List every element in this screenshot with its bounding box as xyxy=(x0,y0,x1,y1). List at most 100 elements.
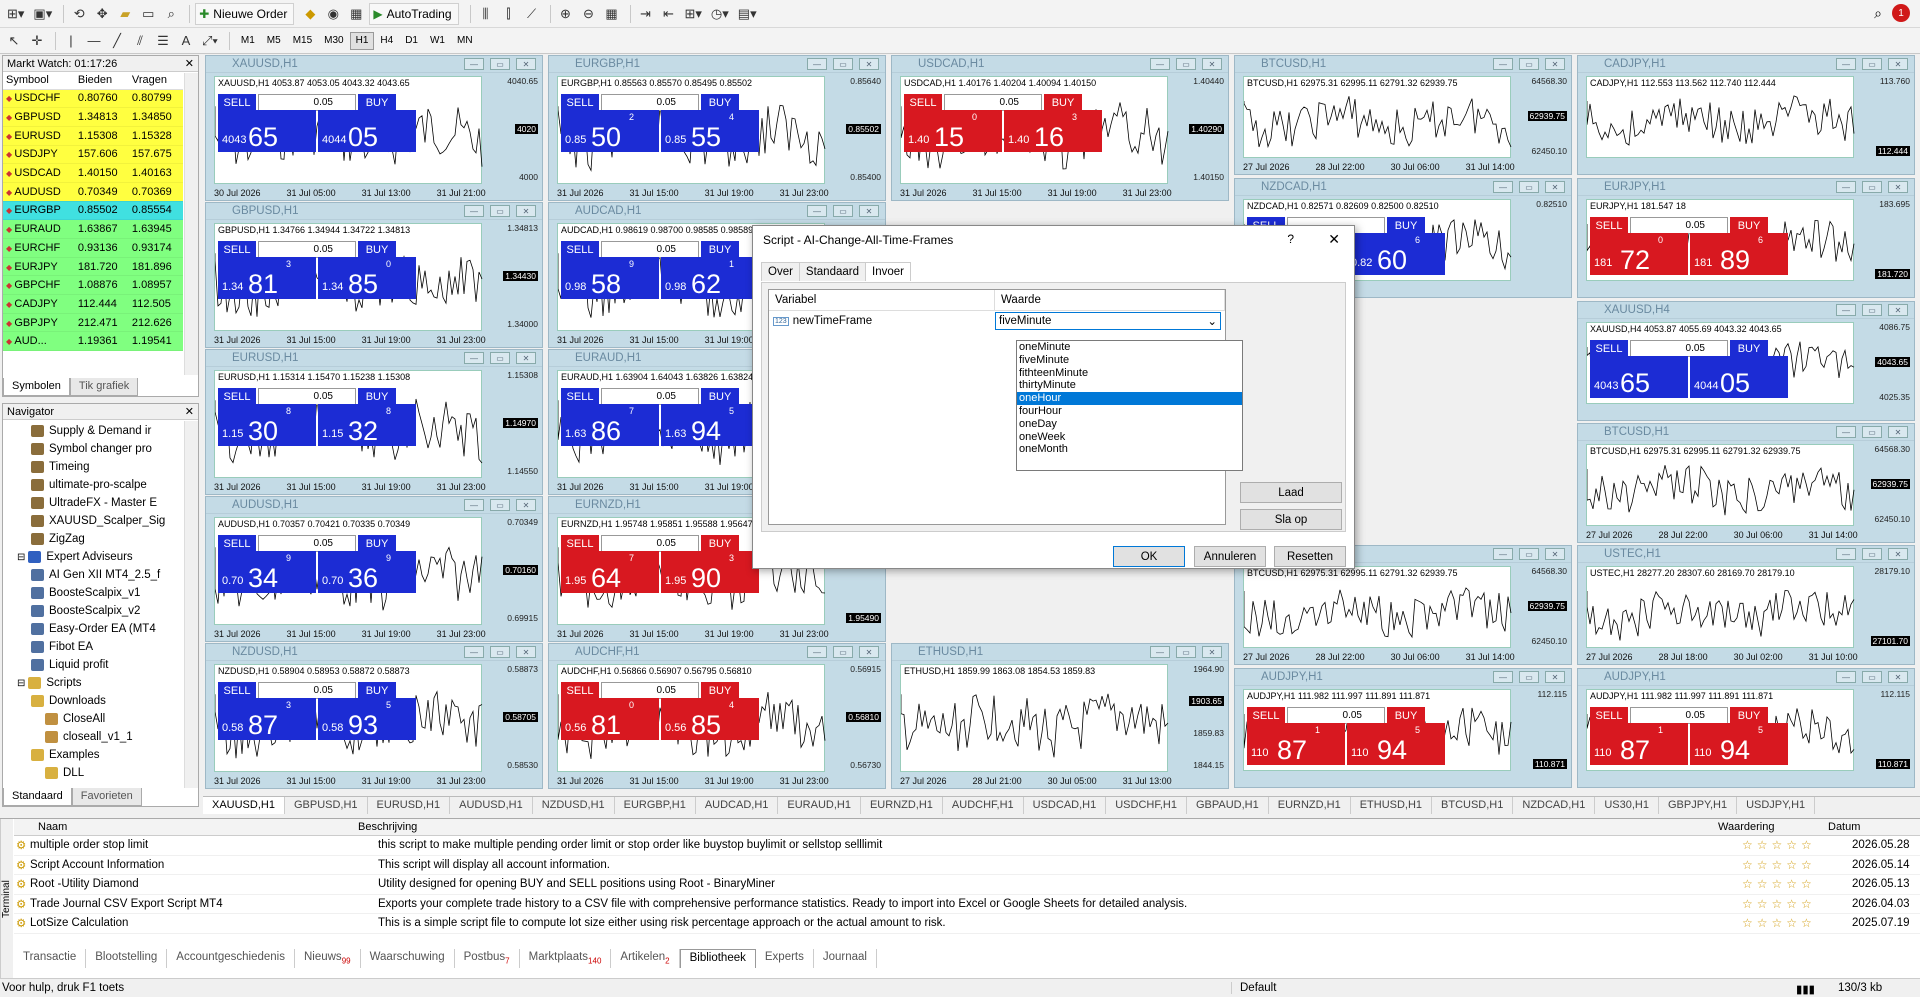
dialog-close-button[interactable]: ✕ xyxy=(1328,231,1340,248)
buy-price[interactable]: 0.98 62 1 xyxy=(661,257,759,299)
cancel-button[interactable]: Annuleren xyxy=(1194,546,1266,567)
market-watch-scrollbar[interactable] xyxy=(184,73,198,375)
market-watch-row[interactable]: ◆ EURGBP 0.85502 0.85554 xyxy=(3,201,183,221)
navigator-item[interactable]: CloseAll xyxy=(3,710,183,728)
sell-button[interactable]: SELL xyxy=(904,94,942,111)
library-row[interactable]: ⚙ LotSize Calculation This is a simple scr… xyxy=(14,914,1920,934)
buy-price[interactable]: 181 89 6 xyxy=(1690,233,1788,275)
sell-button[interactable]: SELL xyxy=(1247,707,1285,724)
chart-canvas[interactable] xyxy=(1586,566,1855,648)
buy-button[interactable]: BUY xyxy=(1387,217,1425,234)
sell-price[interactable]: 1.40 15 0 xyxy=(904,110,1002,152)
sell-price[interactable]: 110 87 1 xyxy=(1247,723,1345,765)
chart-tab[interactable]: EURGBP,H1 xyxy=(615,797,696,814)
navigator-item[interactable]: Examples xyxy=(3,746,183,764)
maximize-icon[interactable]: ▭ xyxy=(490,352,510,364)
channel-icon[interactable]: ⫽ xyxy=(130,31,150,51)
indicators-icon[interactable]: ⊞▾ xyxy=(682,4,705,24)
market-watch-row[interactable]: ◆ GBPUSD 1.34813 1.34850 xyxy=(3,107,183,127)
maximize-icon[interactable]: ▭ xyxy=(1519,548,1539,560)
buy-button[interactable]: BUY xyxy=(358,241,396,258)
market-watch-row[interactable]: ◆ USDCHF 0.80760 0.80799 xyxy=(3,89,183,109)
terminal-tab[interactable]: Accountgeschiedenis xyxy=(167,949,295,968)
tab-tick-chart[interactable]: Tik grafiek xyxy=(69,378,139,396)
buy-price[interactable]: 1.15 32 8 xyxy=(318,404,416,446)
metaeditor-icon[interactable]: ◆ xyxy=(300,4,320,24)
chart-tab[interactable]: US30,H1 xyxy=(1595,797,1659,814)
save-button[interactable]: Sla op xyxy=(1240,509,1342,530)
tab-about[interactable]: Over xyxy=(761,262,800,281)
buy-button[interactable]: BUY xyxy=(701,388,739,405)
timeframe-mn[interactable]: MN xyxy=(451,32,479,50)
timeframe-m1[interactable]: M1 xyxy=(235,32,261,50)
chart-window[interactable]: BTCUSD,H1 — ▭ ✕ BTCUSD,H1 62975.31 62995.11 … xyxy=(1577,423,1915,543)
chart-window[interactable]: AUDCHF,H1 — ▭ ✕ AUDCHF,H1 0.56866 0.56907 0.… xyxy=(548,643,886,789)
buy-price[interactable]: 0.70 36 9 xyxy=(318,551,416,593)
profiles-icon[interactable]: ▣▾ xyxy=(30,4,55,24)
tab-standard[interactable]: Standaard xyxy=(3,788,72,806)
navigator-item[interactable]: ZigZag xyxy=(3,530,183,548)
sell-price[interactable]: 110 87 1 xyxy=(1590,723,1688,765)
col-description[interactable]: Beschrijving xyxy=(354,821,1718,833)
new-chart-icon[interactable]: ⊞▾ xyxy=(4,4,27,24)
sell-button[interactable]: SELL xyxy=(1590,217,1628,234)
chart-canvas[interactable] xyxy=(1586,76,1855,158)
timeframe-option[interactable]: oneMonth xyxy=(1017,443,1242,456)
buy-price[interactable]: 0.82 60 6 xyxy=(1347,233,1445,275)
autoscroll-icon[interactable]: ⇥ xyxy=(636,4,656,24)
lot-size-input[interactable]: 0.05 xyxy=(601,388,699,405)
library-row[interactable]: ⚙ Trade Journal CSV Export Script MT4 Expo… xyxy=(14,895,1920,914)
market-watch-row[interactable]: ◆ AUD... 1.19361 1.19541 xyxy=(3,331,183,352)
sell-button[interactable]: SELL xyxy=(561,682,599,699)
close-icon[interactable]: ✕ xyxy=(859,205,879,217)
chart-canvas[interactable] xyxy=(900,664,1169,772)
crosshair-icon[interactable]: ✛ xyxy=(27,31,47,51)
col-date[interactable]: Datum xyxy=(1828,821,1888,833)
buy-button[interactable]: BUY xyxy=(358,682,396,699)
sell-button[interactable]: SELL xyxy=(561,241,599,258)
sell-price[interactable]: 0.85 50 2 xyxy=(561,110,659,152)
terminal-tab[interactable]: Waarschuwing xyxy=(361,949,455,968)
navigator-item[interactable]: BoosteScalpix_v2 xyxy=(3,602,183,620)
sell-button[interactable]: SELL xyxy=(218,535,256,552)
chart-tab[interactable]: EURNZD,H1 xyxy=(1269,797,1351,814)
chart-window[interactable]: AUDJPY,H1 — ▭ ✕ AUDJPY,H1 111.982 111.997 11… xyxy=(1577,668,1915,788)
close-icon[interactable]: ✕ xyxy=(1888,304,1908,316)
market-watch-row[interactable]: ◆ EURUSD 1.15308 1.15328 xyxy=(3,126,183,146)
chart-window[interactable]: EURGBP,H1 — ▭ ✕ EURGBP,H1 0.85563 0.85570 0.… xyxy=(548,55,886,201)
buy-price[interactable]: 0.85 55 4 xyxy=(661,110,759,152)
sell-price[interactable]: 1.15 30 8 xyxy=(218,404,316,446)
folder-icon[interactable]: ▰ xyxy=(115,4,135,24)
maximize-icon[interactable]: ▭ xyxy=(1862,548,1882,560)
minimize-icon[interactable]: — xyxy=(464,58,484,70)
periods-icon[interactable]: ◷▾ xyxy=(708,4,732,24)
market-watch-row[interactable]: ◆ AUDUSD 0.70349 0.70369 xyxy=(3,182,183,202)
minimize-icon[interactable]: — xyxy=(464,646,484,658)
zoom-out-icon[interactable]: ⊖ xyxy=(579,4,599,24)
maximize-icon[interactable]: ▭ xyxy=(1519,181,1539,193)
sell-price[interactable]: 4043 65 xyxy=(1590,356,1688,398)
buy-button[interactable]: BUY xyxy=(701,241,739,258)
col-rating[interactable]: Waardering xyxy=(1718,821,1828,833)
close-icon[interactable]: ✕ xyxy=(1888,548,1908,560)
trendline-icon[interactable]: ╱ xyxy=(107,31,127,51)
timeframe-option[interactable]: thirtyMinute xyxy=(1017,379,1242,392)
minimize-icon[interactable]: — xyxy=(807,646,827,658)
timeframe-m15[interactable]: M15 xyxy=(287,32,318,50)
terminal-tab[interactable]: Postbus7 xyxy=(455,949,520,968)
timeframe-d1[interactable]: D1 xyxy=(399,32,424,50)
expand-icon[interactable]: ⊟ xyxy=(17,678,25,689)
timeframe-m30[interactable]: M30 xyxy=(318,32,349,50)
ok-button[interactable]: OK xyxy=(1113,546,1185,567)
line-chart-icon[interactable]: ⟋ xyxy=(522,4,542,24)
chart-tab[interactable]: EURNZD,H1 xyxy=(861,797,943,814)
sell-button[interactable]: SELL xyxy=(218,241,256,258)
library-row[interactable]: ⚙ Root -Utility Diamond Utility designed f… xyxy=(14,875,1920,895)
timeframe-option[interactable]: oneWeek xyxy=(1017,431,1242,444)
sell-price[interactable]: 0.58 87 3 xyxy=(218,698,316,740)
sell-price[interactable]: 181 72 0 xyxy=(1590,233,1688,275)
chart-window[interactable]: USTEC,H1 — ▭ ✕ USTEC,H1 28277.20 28307.60 28… xyxy=(1577,545,1915,665)
lot-size-input[interactable]: 0.05 xyxy=(258,94,356,111)
buy-price[interactable]: 4044 05 xyxy=(318,110,416,152)
minimize-icon[interactable]: — xyxy=(1836,671,1856,683)
